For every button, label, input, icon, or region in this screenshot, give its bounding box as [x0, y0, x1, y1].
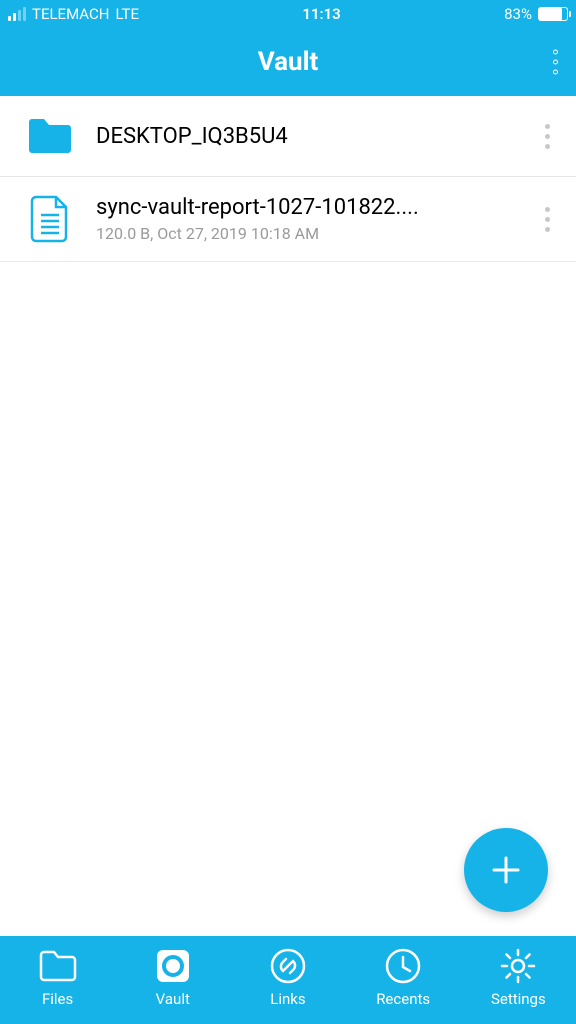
- list-item-body: sync-vault-report-1027-101822.... 120.0 …: [96, 195, 517, 243]
- status-left: TELEMACH LTE: [8, 5, 139, 23]
- status-bar: TELEMACH LTE 11:13 83%: [0, 0, 576, 28]
- page-title: Vault: [258, 47, 319, 77]
- dots-vertical-icon: [553, 50, 558, 55]
- folder-icon: [26, 114, 74, 158]
- tab-bar: Files Vault Links Recents Settings: [0, 936, 576, 1024]
- tab-label: Recents: [376, 990, 430, 1008]
- dots-vertical-icon: [545, 207, 550, 212]
- link-icon: [269, 946, 307, 986]
- tab-settings[interactable]: Settings: [461, 946, 576, 1008]
- tab-links[interactable]: Links: [230, 946, 345, 1008]
- signal-icon: [8, 7, 26, 21]
- status-time: 11:13: [302, 5, 340, 23]
- battery-percent: 83%: [504, 5, 532, 23]
- file-list: DESKTOP_IQ3B5U4 sync-vault-report-1027-1…: [0, 96, 576, 936]
- item-more-button[interactable]: [539, 201, 556, 238]
- tab-label: Settings: [491, 990, 546, 1008]
- folder-outline-icon: [38, 946, 78, 986]
- tab-label: Files: [42, 990, 73, 1008]
- document-icon: [26, 197, 74, 241]
- carrier-label: TELEMACH: [32, 5, 109, 23]
- dots-vertical-icon: [545, 124, 550, 129]
- tab-label: Vault: [156, 990, 190, 1008]
- network-label: LTE: [115, 5, 139, 23]
- list-item-title: DESKTOP_IQ3B5U4: [96, 124, 517, 149]
- list-item-folder[interactable]: DESKTOP_IQ3B5U4: [0, 96, 576, 177]
- list-item-title: sync-vault-report-1027-101822....: [96, 195, 517, 220]
- tab-label: Links: [270, 990, 305, 1008]
- add-button[interactable]: [464, 828, 548, 912]
- list-item-meta: 120.0 B, Oct 27, 2019 10:18 AM: [96, 224, 517, 243]
- battery-icon: [538, 7, 568, 21]
- plus-icon: [486, 850, 526, 890]
- header-more-button[interactable]: [553, 50, 558, 75]
- tab-recents[interactable]: Recents: [346, 946, 461, 1008]
- item-more-button[interactable]: [539, 118, 556, 155]
- status-right: 83%: [504, 5, 568, 23]
- gear-icon: [499, 946, 537, 986]
- tab-vault[interactable]: Vault: [115, 946, 230, 1008]
- tab-files[interactable]: Files: [0, 946, 115, 1008]
- header: Vault: [0, 28, 576, 96]
- clock-icon: [384, 946, 422, 986]
- vault-icon: [154, 946, 192, 986]
- list-item-file[interactable]: sync-vault-report-1027-101822.... 120.0 …: [0, 177, 576, 262]
- list-item-body: DESKTOP_IQ3B5U4: [96, 124, 517, 149]
